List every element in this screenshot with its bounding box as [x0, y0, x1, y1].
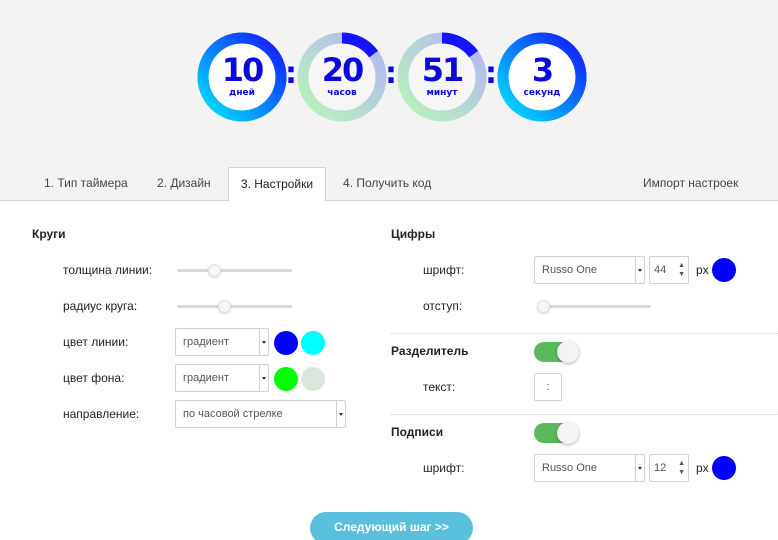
toggle-knob [557, 422, 579, 444]
separator-3: : [485, 56, 497, 91]
hours-circle: 20 часов [297, 32, 387, 122]
line-color-label: цвет линии: [63, 335, 129, 349]
tab-timer-type[interactable]: 1. Тип таймера [44, 167, 128, 201]
digits-font-size-value: 44 [654, 264, 667, 276]
labels-font-size-value: 12 [654, 462, 667, 474]
offset-label: отступ: [423, 299, 463, 313]
seconds-value: 3 [531, 51, 554, 89]
digits-font-size-input[interactable]: 44 ▲ ▼ [649, 256, 689, 284]
tab-settings[interactable]: 3. Настройки [228, 167, 326, 202]
minutes-circle: 51 минут [397, 32, 487, 122]
separator-section-title: Разделитель [391, 344, 469, 358]
chevron-down-icon [635, 257, 644, 283]
digits-color-swatch[interactable] [712, 258, 736, 282]
next-step-button[interactable]: Следующий шаг >> [310, 512, 473, 540]
direction-label: направление: [63, 407, 140, 421]
hours-value: 20 [321, 51, 365, 89]
tab-get-code[interactable]: 4. Получить код [343, 167, 431, 201]
seconds-label: секунд [523, 88, 561, 98]
tab-design[interactable]: 2. Дизайн [157, 167, 211, 201]
slider-handle[interactable] [207, 264, 221, 277]
line-color-1-swatch[interactable] [274, 331, 298, 355]
toggle-knob [557, 341, 579, 363]
digits-font-select-value: Russo One [542, 264, 598, 276]
divider [391, 414, 778, 415]
line-color-2-swatch[interactable] [301, 331, 325, 355]
labels-font-select-value: Russo One [542, 462, 598, 474]
digits-unit-label: px [696, 263, 709, 277]
digits-section-title: Цифры [391, 227, 436, 241]
tab-bar: 1. Тип таймера 2. Дизайн 3. Настройки 4.… [0, 167, 778, 202]
import-settings-link[interactable]: Импорт настроек [643, 167, 738, 201]
circles-section-title: Круги [32, 227, 66, 241]
bg-color-select-value: градиент [183, 372, 230, 384]
direction-select[interactable]: по часовой стрелке [175, 400, 346, 428]
separator-2: : [385, 56, 397, 91]
labels-font-label: шрифт: [423, 461, 465, 475]
labels-color-swatch[interactable] [712, 456, 736, 480]
bg-color-label: цвет фона: [63, 371, 125, 385]
radius-slider[interactable] [177, 300, 292, 313]
line-width-slider[interactable] [177, 264, 292, 277]
divider [391, 333, 778, 334]
digits-font-select[interactable]: Russo One [534, 256, 645, 284]
separator-toggle[interactable] [534, 341, 579, 363]
countdown-timer: 10 дней : 20 часов : 51 минут : 3 секунд [197, 32, 587, 122]
hours-label: часов [327, 88, 357, 98]
stepper-arrows-icon[interactable]: ▲ ▼ [678, 261, 685, 279]
chevron-down-icon [635, 455, 644, 481]
chevron-down-icon [336, 401, 345, 427]
labels-toggle[interactable] [534, 422, 579, 444]
labels-font-size-input[interactable]: 12 ▲ ▼ [649, 454, 689, 482]
stepper-arrows-icon[interactable]: ▲ ▼ [678, 459, 685, 477]
labels-section-title: Подписи [391, 425, 444, 439]
seconds-circle: 3 секунд [497, 32, 587, 122]
separator-1: : [285, 56, 297, 91]
days-circle: 10 дней [197, 32, 287, 122]
digits-font-label: шрифт: [423, 263, 465, 277]
days-label: дней [229, 88, 255, 98]
offset-slider[interactable] [537, 300, 651, 313]
chevron-down-icon [259, 329, 268, 355]
minutes-value: 51 [421, 51, 465, 89]
line-color-select[interactable]: градиент [175, 328, 269, 356]
slider-handle[interactable] [537, 300, 550, 313]
chevron-down-icon [259, 365, 268, 391]
bg-color-1-swatch[interactable] [274, 367, 298, 391]
bg-color-select[interactable]: градиент [175, 364, 269, 392]
minutes-label: минут [426, 88, 458, 98]
separator-text-label: текст: [423, 380, 456, 394]
bg-color-2-swatch[interactable] [301, 367, 325, 391]
direction-select-value: по часовой стрелке [183, 408, 283, 420]
days-value: 10 [221, 51, 265, 89]
line-color-select-value: градиент [183, 336, 230, 348]
slider-handle[interactable] [217, 300, 231, 313]
labels-unit-label: px [696, 461, 709, 475]
radius-label: радиус круга: [63, 299, 138, 313]
labels-font-select[interactable]: Russo One [534, 454, 645, 482]
line-width-label: толщина линии: [63, 263, 153, 277]
separator-text-input[interactable]: : [534, 373, 562, 401]
